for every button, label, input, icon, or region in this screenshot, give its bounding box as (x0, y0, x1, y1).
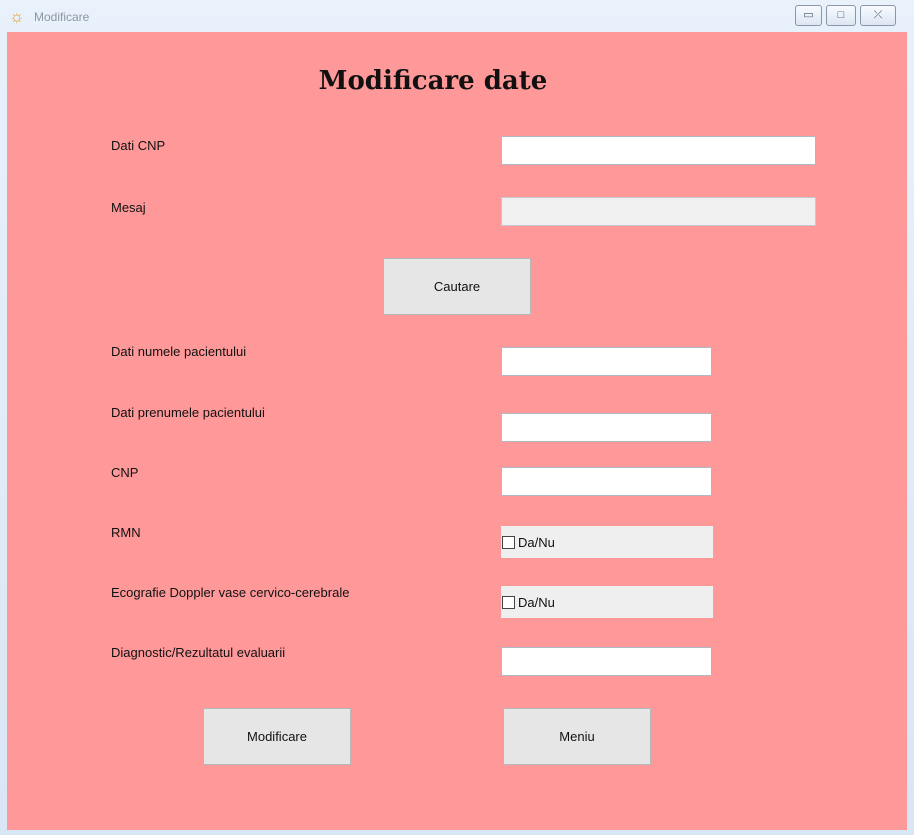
rmn-checkbox-panel[interactable]: Da/Nu (501, 526, 713, 558)
rmn-label: RMN (111, 525, 141, 540)
application-window: ☼ Modificare ▭ □ ⤫ Modificare date Dati … (0, 0, 914, 835)
doppler-checkbox-panel[interactable]: Da/Nu (501, 586, 713, 618)
minimize-button[interactable]: ▭ (795, 5, 822, 26)
diagnosis-input[interactable] (501, 647, 712, 676)
last-name-input[interactable] (501, 347, 712, 376)
page-title: Modificare date (318, 66, 548, 96)
message-field (501, 197, 816, 226)
modify-button[interactable]: Modificare (203, 708, 351, 765)
form-panel: Modificare date Dati CNP Mesaj Cautare D… (7, 32, 907, 830)
cnp-input[interactable] (501, 467, 712, 496)
menu-button[interactable]: Meniu (503, 708, 651, 765)
cnp-label: CNP (111, 465, 139, 480)
first-name-input[interactable] (501, 413, 712, 442)
last-name-label: Dati numele pacientului (111, 344, 247, 359)
maximize-button[interactable]: □ (826, 5, 856, 26)
cnp-search-label: Dati CNP (111, 138, 166, 153)
search-button[interactable]: Cautare (383, 258, 531, 315)
window-title: Modificare (34, 10, 90, 24)
cnp-search-input[interactable] (501, 136, 816, 165)
app-icon: ☼ (9, 7, 25, 26)
doppler-checkbox[interactable] (502, 596, 515, 609)
diagnosis-label: Diagnostic/Rezultatul evaluarii (111, 645, 286, 660)
close-button[interactable]: ⤫ (860, 5, 896, 26)
first-name-label: Dati prenumele pacientului (111, 405, 265, 420)
rmn-checkbox-label[interactable]: Da/Nu (518, 535, 555, 550)
rmn-checkbox[interactable] (502, 536, 515, 549)
doppler-checkbox-label[interactable]: Da/Nu (518, 595, 555, 610)
title-bar[interactable]: ☼ Modificare ▭ □ ⤫ (0, 0, 914, 32)
message-label: Mesaj (111, 200, 146, 215)
doppler-label: Ecografie Doppler vase cervico-cerebrale (111, 585, 350, 600)
